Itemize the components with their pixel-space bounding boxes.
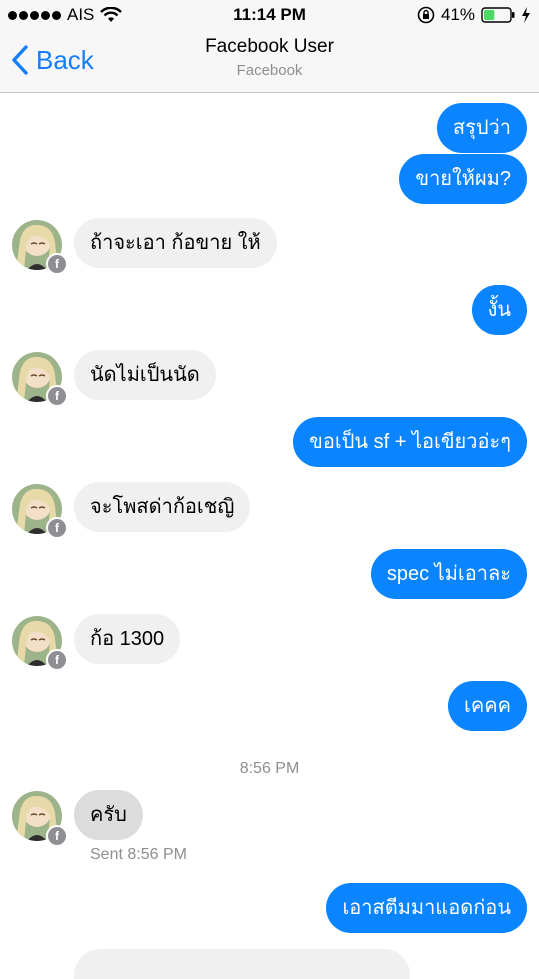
- message-bubble-incoming[interactable]: ก้อ 1300: [74, 614, 181, 664]
- battery-icon: [481, 7, 515, 23]
- message-bubble-incoming[interactable]: นัดไม่เป็นนัด: [74, 350, 216, 400]
- facebook-badge-icon: f: [46, 385, 68, 407]
- message-bubble-incoming[interactable]: ถ้าจะเอา ก้อขาย ให้: [74, 218, 277, 268]
- status-right: 41%: [417, 5, 531, 25]
- charging-icon: [522, 7, 530, 23]
- message-bubble-outgoing[interactable]: เอาสตีมมาแอดก่อน: [326, 883, 527, 933]
- message-bubble-incoming[interactable]: ครับ: [74, 790, 143, 840]
- navigation-bar: Back Facebook User Facebook: [0, 30, 539, 93]
- message-bubble-outgoing[interactable]: งั้น: [471, 285, 527, 335]
- message-timestamp: 8:56 PM: [239, 760, 300, 777]
- facebook-badge-icon: f: [46, 825, 68, 847]
- status-bar: AIS 11:14 PM 41%: [0, 0, 539, 30]
- message-bubble-outgoing[interactable]: สรุปว่า: [436, 103, 527, 153]
- battery-percent: 41%: [440, 5, 475, 24]
- rotation-lock-icon: [417, 6, 435, 24]
- message-bubble-outgoing[interactable]: ขอเป็น sf + ไอเขียวอ่ะๆ: [293, 417, 527, 467]
- message-bubble-outgoing[interactable]: ขายให้ผม?: [399, 154, 527, 204]
- facebook-badge-icon: f: [46, 253, 68, 275]
- conversation-subtitle: Facebook: [236, 62, 303, 79]
- message-bubble-incoming[interactable]: จะโพสด่าก้อเชญิ: [74, 482, 251, 532]
- message-bubble-outgoing[interactable]: เคคค: [448, 681, 527, 731]
- message-thread[interactable]: สรุปว่า ขายให้ผม? f ถ้าจะเอา ก้อขาย ให้ …: [0, 93, 539, 979]
- facebook-badge-icon: f: [46, 649, 68, 671]
- sent-status: Sent 8:56 PM: [90, 846, 187, 863]
- facebook-badge-icon: f: [46, 517, 68, 539]
- message-bubble-outgoing[interactable]: spec ไม่เอาละ: [370, 549, 527, 599]
- message-bubble-incoming-partial: [74, 949, 410, 979]
- conversation-title[interactable]: Facebook User: [0, 36, 539, 58]
